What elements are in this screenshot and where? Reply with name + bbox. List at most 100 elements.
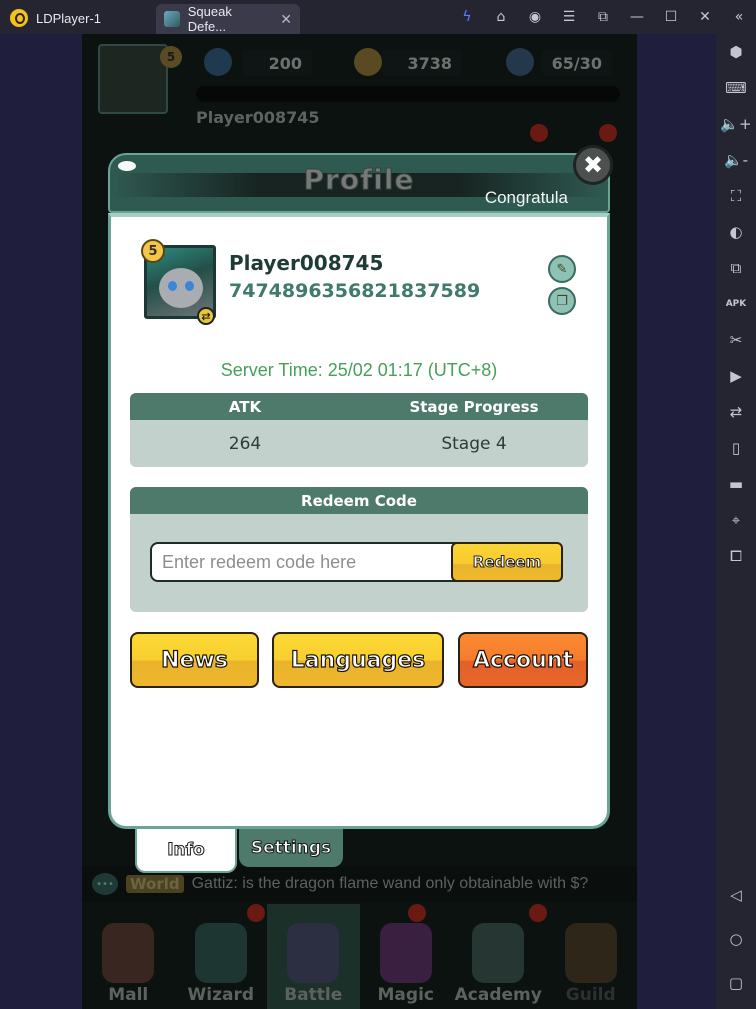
news-button[interactable]: News (130, 632, 259, 688)
mall-icon (102, 923, 155, 983)
left-gutter (0, 34, 82, 1009)
resize-icon[interactable]: ⧉ (586, 0, 620, 34)
multi-instance-icon[interactable]: ⧉ (716, 256, 756, 280)
close-icon: ✖ (582, 151, 604, 179)
scissors-icon[interactable]: ✂ (716, 328, 756, 352)
hamster-face (159, 268, 203, 308)
bolt-icon[interactable]: ϟ (450, 0, 484, 34)
stats-header-stage: Stage Progress (409, 397, 539, 416)
redeem-code-input[interactable] (150, 542, 492, 582)
nav-guild[interactable]: Guild (545, 904, 638, 1009)
notification-dot (530, 124, 548, 142)
notification-dot (408, 904, 426, 922)
marquee-text: Congratula (484, 188, 568, 207)
minimize-icon[interactable]: — (620, 0, 654, 34)
volume-down-icon[interactable]: 🔈- (716, 148, 756, 172)
energy-count: 65/30 (542, 50, 612, 76)
copy-icon: ❐ (556, 293, 568, 309)
profile-modal: Profile Congratula ✖ 5 ⇄ Player008745 74… (108, 145, 613, 873)
home-icon[interactable]: ○ (716, 927, 756, 951)
close-modal-button[interactable]: ✖ (573, 145, 613, 185)
more-icon[interactable]: ⧠ (716, 544, 756, 568)
profile-id: 7474896356821837589 (229, 280, 481, 302)
stats-value-stage: Stage 4 (441, 433, 507, 454)
shake-icon[interactable]: ▯ (716, 436, 756, 460)
profile-level-badge: 5 (141, 239, 165, 263)
energy-icon[interactable] (506, 48, 534, 76)
game-tab[interactable]: Squeak Defe... ✕ (156, 4, 300, 34)
nav-wizard[interactable]: Wizard (175, 904, 268, 1009)
close-icon[interactable]: ✕ (688, 0, 722, 34)
settings-icon[interactable]: ⬢ (716, 40, 756, 64)
redeem-button[interactable]: Redeem (451, 542, 563, 582)
folder-icon[interactable]: ▬ (716, 472, 756, 496)
back-icon[interactable]: ◁ (716, 883, 756, 907)
nav-academy[interactable]: Academy (452, 904, 547, 1009)
store-icon[interactable]: ⌂ (484, 0, 518, 34)
nav-mall[interactable]: Mall (82, 904, 175, 1009)
header-avatar[interactable] (98, 44, 168, 114)
header-level-badge: 5 (160, 46, 182, 68)
macro-icon[interactable]: ◐ (716, 220, 756, 244)
maximize-icon[interactable]: ☐ (654, 0, 688, 34)
chat-channel-tag: World (126, 875, 184, 893)
languages-button[interactable]: Languages (272, 632, 444, 688)
header-player-name: Player008745 (196, 108, 320, 127)
emulator-window: LDPlayer-1 Squeak Defe... ✕ ϟ ⌂ ◉ ☰ ⧉ — … (0, 0, 756, 1009)
apk-install-icon[interactable]: APK (716, 292, 756, 316)
gems-count: 200 (242, 50, 312, 76)
chat-icon[interactable]: ••• (92, 873, 118, 895)
gem-icon[interactable] (204, 48, 232, 76)
eye (185, 281, 194, 291)
academy-icon (472, 923, 525, 983)
keyboard-icon[interactable]: ⌨ (716, 76, 756, 100)
lock-icon (564, 923, 617, 983)
volume-up-icon[interactable]: 🔈+ (716, 112, 756, 136)
title-bar: LDPlayer-1 Squeak Defe... ✕ ϟ ⌂ ◉ ☰ ⧉ — … (0, 0, 756, 34)
magic-icon (379, 923, 432, 983)
redeem-section: Redeem Code Redeem (130, 487, 588, 612)
tab-close-icon[interactable]: ✕ (280, 11, 292, 28)
app-name: LDPlayer-1 (36, 10, 102, 26)
header-progress-bar (196, 86, 620, 102)
battle-icon (287, 923, 340, 983)
copy-id-button[interactable]: ❐ (548, 287, 576, 315)
modal-body: 5 ⇄ Player008745 7474896356821837589 ✎ ❐… (108, 213, 610, 829)
notification-dot (599, 124, 617, 142)
fullscreen-icon[interactable]: ⛶ (716, 184, 756, 208)
sync-icon[interactable]: ⇄ (716, 400, 756, 424)
record-icon[interactable]: ▶ (716, 364, 756, 388)
edit-name-button[interactable]: ✎ (548, 255, 576, 283)
eye (168, 281, 177, 291)
stats-header-atk: ATK (228, 397, 262, 416)
stats-table: ATK Stage Progress 264 Stage 4 (130, 393, 588, 467)
emulator-sidebar: ⬢ ⌨ 🔈+ 🔈- ⛶ ◐ ⧉ APK ✂ ▶ ⇄ ▯ ▬ ⌖ ⧠ ◁ ○ ▢ (716, 34, 756, 1009)
coin-icon (354, 48, 382, 76)
server-time: Server Time: 25/02 01:17 (UTC+8) (220, 360, 498, 380)
tab-settings[interactable]: Settings (239, 829, 343, 867)
coins-count: 3738 (382, 50, 462, 76)
stats-value-atk: 264 (228, 433, 262, 454)
ldplayer-logo-icon (10, 9, 28, 27)
location-icon[interactable]: ⌖ (716, 508, 756, 532)
app-tab[interactable]: LDPlayer-1 (10, 7, 101, 29)
game-icon (164, 11, 180, 27)
bottom-nav: Mall Wizard Battle Magic Academy Guild (82, 904, 637, 1009)
swap-avatar-icon[interactable]: ⇄ (197, 307, 215, 325)
edit-icon: ✎ (556, 261, 568, 277)
modal-header: Profile Congratula (108, 153, 610, 213)
account-button[interactable]: Account (458, 632, 588, 688)
notification-dot (247, 904, 265, 922)
tab-info[interactable]: Info (135, 829, 237, 873)
collapse-icon[interactable]: « (722, 0, 756, 34)
game-tab-label: Squeak Defe... (187, 4, 232, 34)
nav-battle[interactable]: Battle (267, 904, 360, 1009)
wizard-icon (194, 923, 247, 983)
recents-icon[interactable]: ▢ (716, 971, 756, 995)
profile-name: Player008745 (229, 251, 384, 275)
chat-message: Gattiz: is the dragon flame wand only ob… (191, 875, 589, 892)
redeem-title: Redeem Code (130, 487, 588, 514)
menu-icon[interactable]: ☰ (552, 0, 586, 34)
account-icon[interactable]: ◉ (518, 0, 552, 34)
nav-magic[interactable]: Magic (360, 904, 453, 1009)
